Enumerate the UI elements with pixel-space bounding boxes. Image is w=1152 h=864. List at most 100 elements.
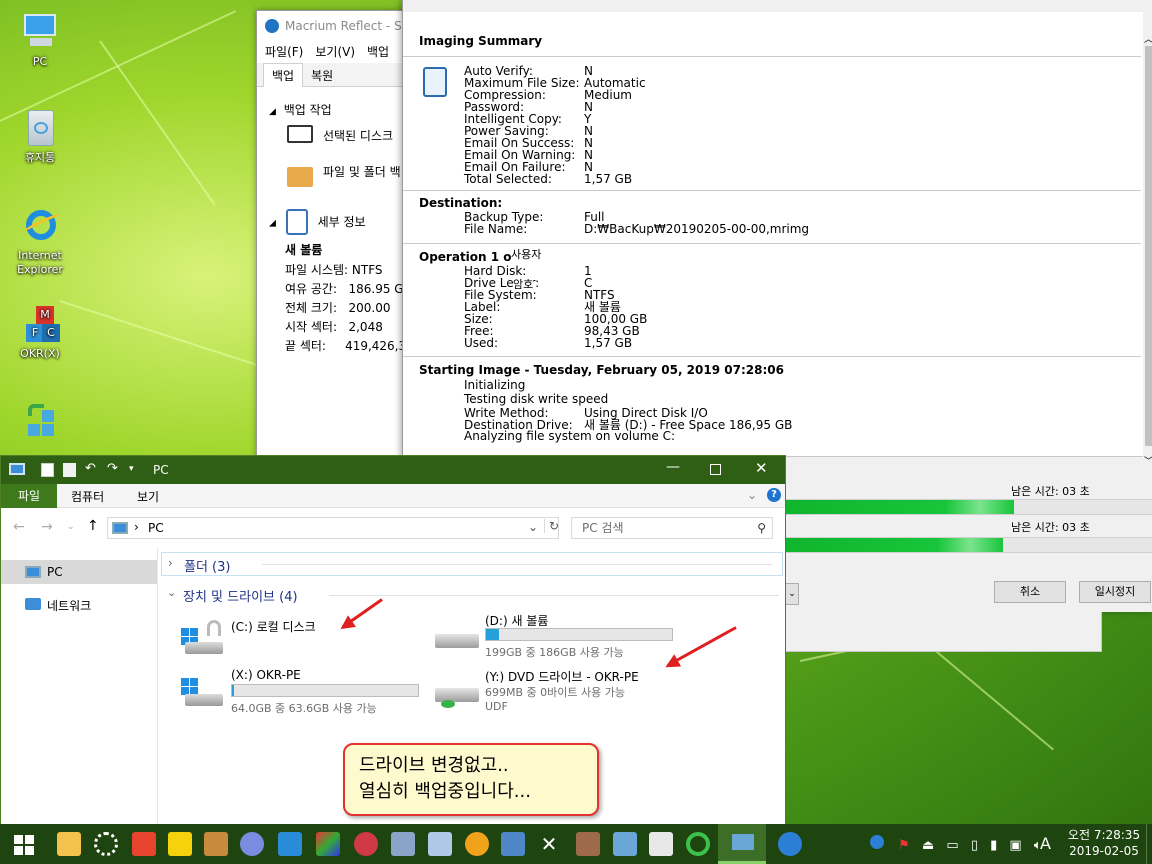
file-explorer-icon[interactable]	[57, 832, 81, 856]
properties-icon[interactable]	[41, 463, 54, 477]
help-icon[interactable]: ?	[767, 488, 781, 502]
device-icon[interactable]: ▭	[946, 838, 958, 853]
macrium-tray-icon[interactable]	[870, 835, 884, 849]
network-icon[interactable]: ▣	[1009, 838, 1021, 853]
sync-icon[interactable]	[686, 832, 710, 856]
redo-icon[interactable]: ↷	[107, 461, 118, 476]
back-icon[interactable]: ←	[13, 519, 25, 535]
address-dropdown-icon[interactable]: ⌄	[528, 520, 538, 534]
drive-d[interactable]: (D:) 새 볼륨 199GB 중 186GB 사용 가능	[433, 610, 693, 659]
minimize-icon[interactable]: —	[666, 459, 680, 475]
usb-icon[interactable]: ⏏	[922, 838, 934, 853]
disk-tool-icon[interactable]	[240, 832, 264, 856]
monitor-icon	[20, 12, 60, 52]
drive-name: (Y:) DVD 드라이브 - OKR-PE	[485, 670, 639, 684]
p-app-icon[interactable]	[465, 832, 489, 856]
ime-overlay-text: 사용자	[511, 246, 542, 262]
device-manager-icon[interactable]	[501, 832, 525, 856]
volume-name: 새 볼륨	[285, 243, 323, 257]
group-drives[interactable]: ⌄ 장치 및 드라이브 (4)	[161, 584, 783, 606]
show-desktop[interactable]	[1146, 824, 1152, 864]
ribbon-tab-computer[interactable]: 컴퓨터	[71, 488, 104, 505]
desktop-icon-label: PC	[32, 55, 48, 68]
ribbon-tab-file[interactable]: 파일	[1, 484, 57, 508]
desktop-icon-label: Internet Explorer	[17, 249, 63, 276]
anydesk-icon[interactable]	[132, 832, 156, 856]
log-scrollbar[interactable]: ︿ ﹀	[1143, 30, 1152, 470]
drive-name: (D:) 새 볼륨	[485, 614, 549, 628]
bottle-icon[interactable]	[428, 832, 452, 856]
undo-icon[interactable]: ↶	[85, 461, 96, 476]
drive-c[interactable]: (C:) 로컬 디스크	[179, 614, 429, 662]
tab-restore[interactable]: 복원	[303, 64, 341, 87]
archive-icon[interactable]	[204, 832, 228, 856]
search-input[interactable]: PC 검색 ⚲	[571, 517, 773, 539]
macrium-title: Macrium Reflect - Ser	[285, 19, 414, 33]
image-app-icon[interactable]	[576, 832, 600, 856]
desktop-icon-recycle-bin[interactable]: 휴지통	[8, 108, 72, 165]
cancel-button[interactable]: 취소	[994, 581, 1066, 603]
collapse-triangle-icon: ◢	[269, 218, 276, 229]
details-heading[interactable]: ◢ 세부 정보	[269, 209, 366, 235]
nav-item-network[interactable]: 네트워크	[1, 592, 157, 616]
options-dropdown[interactable]: ⌄	[785, 583, 799, 605]
recent-dropdown-icon[interactable]: ⌄	[67, 522, 75, 532]
navigation-pane: PC 네트워크	[1, 548, 158, 824]
close-icon[interactable]: ✕	[755, 459, 768, 477]
drive-y[interactable]: (Y:) DVD 드라이브 - OKR-PE 699MB 중 0바이트 사용 가…	[433, 666, 693, 722]
menu-file[interactable]: 파일(F)	[265, 45, 303, 59]
group-folders[interactable]: › 폴더 (3)	[161, 552, 783, 576]
active-app-highlight[interactable]	[718, 824, 766, 864]
pause-button[interactable]: 일시정지	[1079, 581, 1151, 603]
laptop-icon	[732, 834, 754, 850]
menu-view[interactable]: 보기(V)	[315, 45, 355, 59]
flag-icon[interactable]: ⚑	[898, 838, 910, 853]
pc-icon	[112, 522, 128, 534]
maximize-icon[interactable]	[710, 464, 721, 475]
colorful-app-icon[interactable]	[316, 832, 340, 856]
menu-backup[interactable]: 백업	[367, 45, 389, 59]
macrium-tabs: 백업 복원	[257, 63, 415, 87]
clock[interactable]: 오전 7:28:35 2019-02-05	[1064, 827, 1144, 859]
spreadsheet-icon[interactable]	[649, 832, 673, 856]
settings-gear-icon[interactable]	[94, 832, 118, 856]
desktop-icon-pc[interactable]: PC	[8, 12, 72, 69]
desktop-icon-okr[interactable]: M F C OKR(X)	[8, 304, 72, 361]
annotation-note: 드라이브 변경없고.. 열심히 백업중입니다...	[343, 743, 599, 816]
network-tool-icon[interactable]	[391, 832, 415, 856]
imaging-summary-log[interactable]: Imaging Summary Auto Verify: N Maximum Fi…	[403, 12, 1143, 457]
forward-icon[interactable]: →	[41, 519, 53, 535]
tab-backup[interactable]: 백업	[263, 63, 304, 87]
address-bar[interactable]: › PC ⌄ ↻	[107, 517, 559, 539]
partition-icon[interactable]	[354, 832, 378, 856]
nav-item-pc[interactable]: PC	[1, 560, 157, 584]
disk-detail-icon	[285, 209, 308, 235]
customize-qat-icon[interactable]: ▾	[129, 464, 134, 474]
potplayer-icon[interactable]	[168, 832, 192, 856]
scroll-up-icon[interactable]: ︿	[1144, 32, 1152, 45]
scroll-down-icon[interactable]: ﹀	[1144, 454, 1152, 467]
explorer-title-bar[interactable]: ↶ ↷ ▾ PC — ✕	[1, 456, 785, 484]
new-folder-icon[interactable]	[63, 463, 76, 477]
butterfly-icon[interactable]	[278, 832, 302, 856]
backup-tasks-heading[interactable]: ◢ 백업 작업	[269, 101, 332, 118]
battery-icon[interactable]: ▮	[990, 838, 997, 853]
desktop-icon-restore[interactable]	[8, 400, 72, 443]
up-icon[interactable]: ↑	[87, 518, 99, 534]
drive-x[interactable]: (X:) OKR-PE 64.0GB 중 63.6GB 사용 가능	[179, 666, 429, 715]
desktop-icon-internet-explorer[interactable]: Internet Explorer	[8, 206, 72, 277]
tools-icon[interactable]: ✕	[537, 832, 561, 856]
clock-date: 2019-02-05	[1069, 844, 1139, 858]
ribbon-expand-icon[interactable]: ⌄	[747, 488, 757, 502]
section-starting-image: Starting Image - Tuesday, February 05, 2…	[403, 357, 1141, 456]
refresh-icon[interactable]: ↻	[544, 519, 559, 533]
ribbon-tab-view[interactable]: 보기	[137, 488, 159, 505]
drive-icon[interactable]: ▯	[971, 838, 978, 853]
terminal-icon[interactable]	[613, 832, 637, 856]
start-windows-icon[interactable]	[14, 835, 34, 855]
macrium-title-bar[interactable]: Macrium Reflect - Ser	[257, 11, 415, 41]
ime-indicator[interactable]: A	[1040, 834, 1051, 853]
macrium-reflect-icon[interactable]	[778, 832, 802, 856]
scroll-thumb[interactable]	[1145, 46, 1152, 446]
starting-image-title: Starting Image - Tuesday, February 05, 2…	[419, 363, 784, 377]
